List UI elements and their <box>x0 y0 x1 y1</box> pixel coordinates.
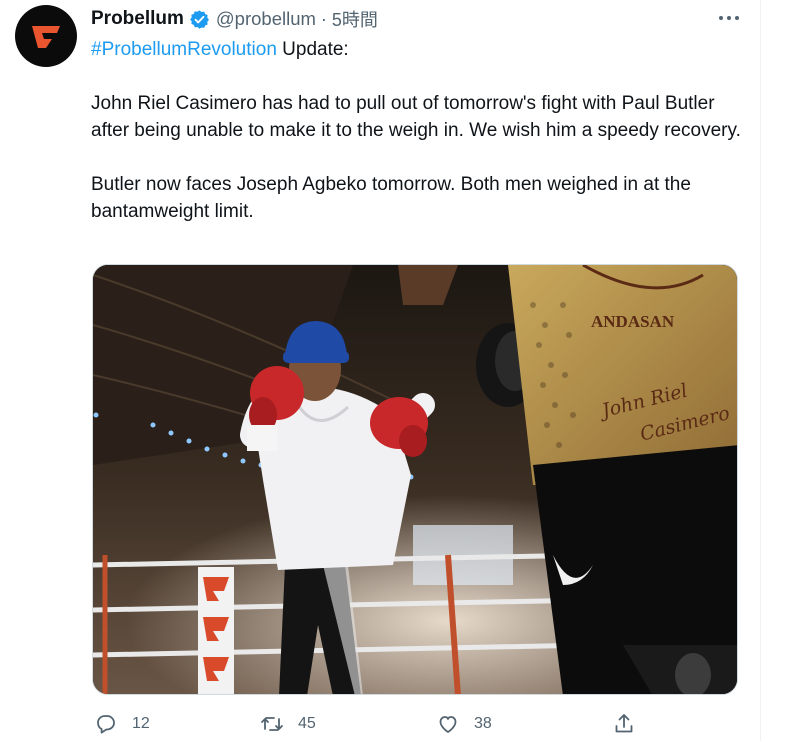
author-handle[interactable]: @probellum <box>216 8 316 30</box>
retweet-icon <box>261 717 283 731</box>
retweet-button[interactable]: 45 <box>260 708 316 740</box>
tweet-text: #ProbellumRevolution Update: John Riel C… <box>91 36 751 225</box>
share-button[interactable] <box>612 708 636 740</box>
tweet-photo[interactable]: ANDASAN John Riel Casimero <box>92 264 738 695</box>
tweet[interactable]: Probellum @probellum · 5時間 #ProbellumRev… <box>0 0 760 741</box>
tweet-paragraph-2: John Riel Casimero has had to pull out o… <box>91 93 741 141</box>
retweet-count: 45 <box>298 715 316 732</box>
author-name[interactable]: Probellum <box>91 8 184 30</box>
more-options-button[interactable] <box>713 6 745 30</box>
tweet-line-1-rest: Update: <box>276 39 349 60</box>
reply-count: 12 <box>132 715 150 732</box>
like-count: 38 <box>474 715 492 732</box>
more-icon <box>719 16 739 20</box>
tweet-line-1: #ProbellumRevolution Update: <box>91 36 751 63</box>
like-button[interactable]: 38 <box>436 708 492 740</box>
avatar[interactable] <box>15 5 77 67</box>
share-icon <box>615 714 633 733</box>
hashtag-link[interactable]: #ProbellumRevolution <box>91 39 277 60</box>
separator-dot: · <box>320 8 327 29</box>
reply-button[interactable]: 12 <box>94 708 150 740</box>
timeline-divider <box>760 0 761 741</box>
reply-icon <box>97 715 115 734</box>
tweet-timestamp[interactable]: 5時間 <box>332 6 378 32</box>
tweet-actions: 12 45 38 <box>84 708 644 742</box>
verified-badge-icon <box>189 9 210 30</box>
probellum-logo-icon <box>32 26 60 48</box>
shirt-print-text: ANDASAN <box>591 312 675 331</box>
tweet-paragraph-3: Butler now faces Joseph Agbeko tomorrow.… <box>91 174 691 222</box>
tweet-header: Probellum @probellum · 5時間 <box>91 6 378 32</box>
like-icon <box>439 716 457 733</box>
